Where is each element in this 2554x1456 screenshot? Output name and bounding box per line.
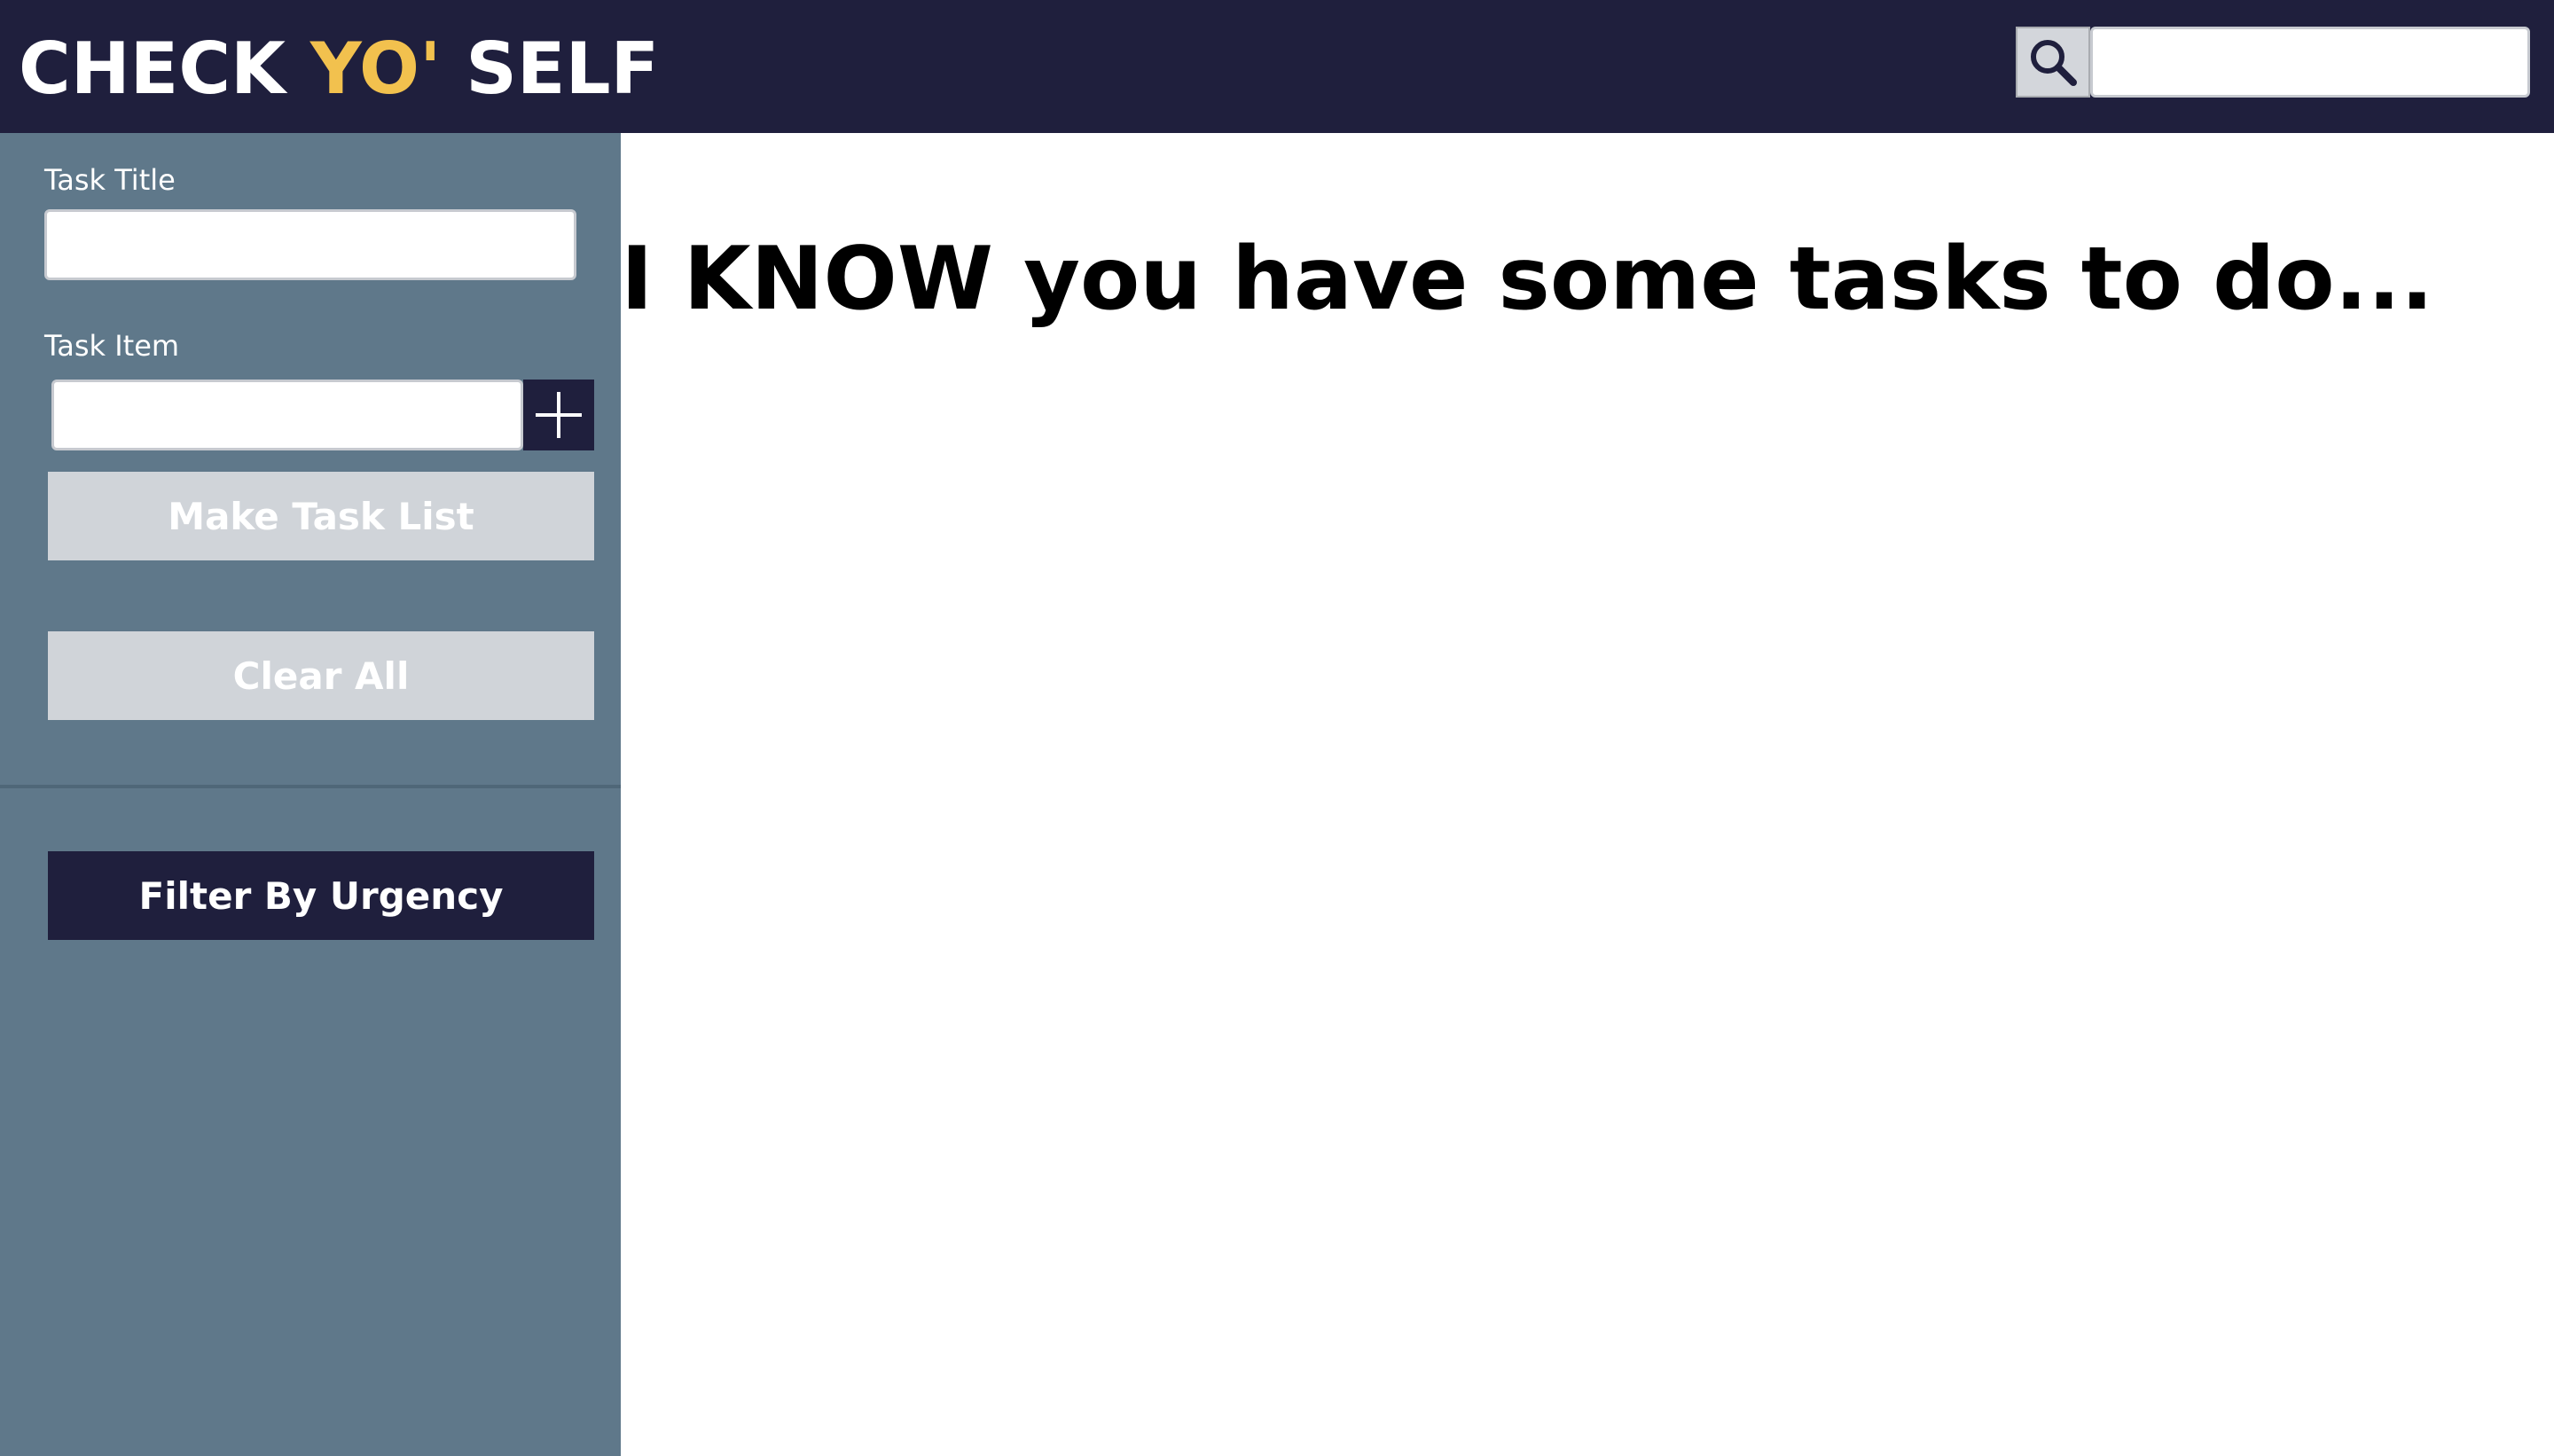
logo-text-yo: YO' bbox=[309, 27, 442, 110]
search-input[interactable] bbox=[2090, 27, 2530, 98]
task-item-label: Task Item bbox=[44, 329, 180, 363]
search-button[interactable] bbox=[2016, 27, 2090, 98]
clear-all-button[interactable]: Clear All bbox=[48, 631, 594, 720]
app-logo: CHECK YO' SELF bbox=[19, 29, 659, 109]
plus-icon bbox=[536, 392, 582, 438]
sidebar-divider bbox=[0, 785, 621, 788]
task-title-label: Task Title bbox=[44, 163, 176, 197]
task-title-input[interactable] bbox=[44, 209, 576, 280]
task-item-input[interactable] bbox=[51, 380, 523, 450]
logo-text-self: SELF bbox=[441, 27, 660, 110]
logo-text-check: CHECK bbox=[19, 27, 310, 110]
app-header: CHECK YO' SELF bbox=[0, 0, 2554, 133]
empty-state-headline: I KNOW you have some tasks to do... bbox=[621, 229, 2434, 330]
search-icon bbox=[2031, 40, 2077, 86]
make-task-list-button[interactable]: Make Task List bbox=[48, 472, 594, 560]
filter-by-urgency-button[interactable]: Filter By Urgency bbox=[48, 851, 594, 940]
add-task-item-button[interactable] bbox=[523, 380, 594, 450]
